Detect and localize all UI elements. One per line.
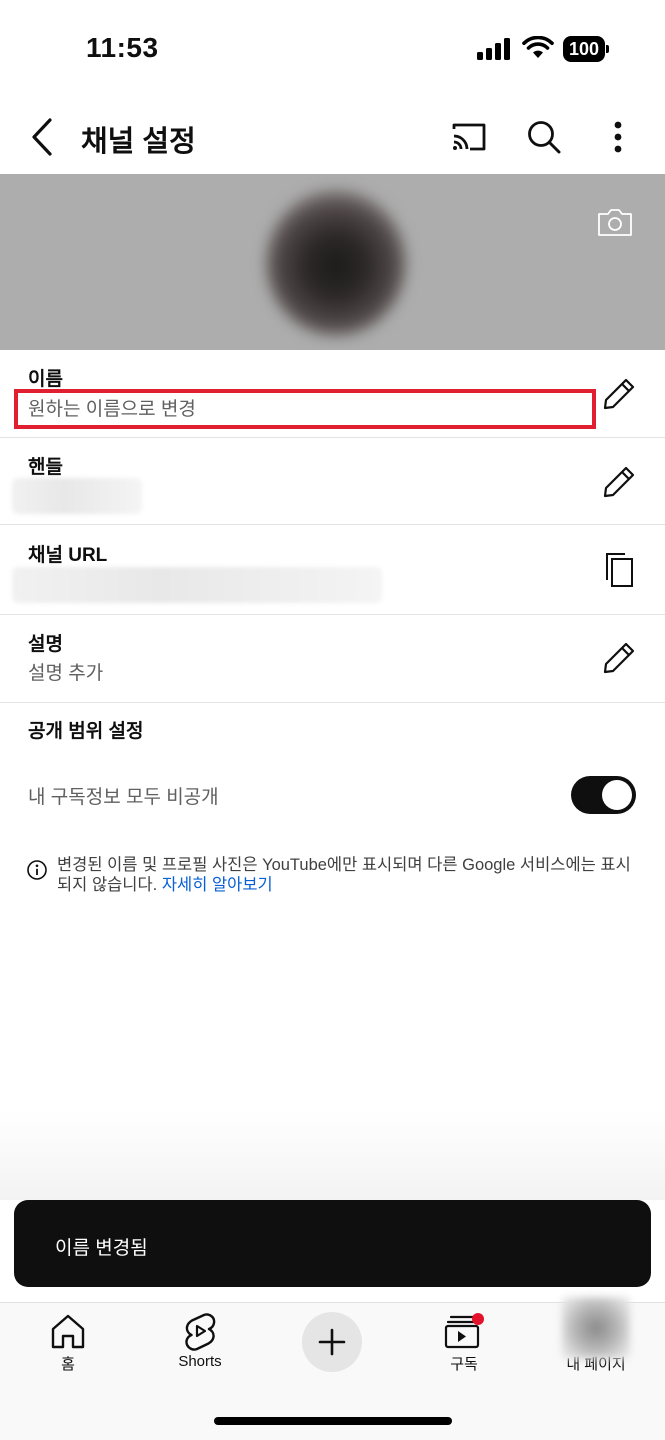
nav-shorts[interactable]: Shorts — [145, 1311, 255, 1381]
back-button[interactable] — [24, 116, 60, 158]
channel-url-row[interactable]: 채널 URL — [0, 525, 665, 615]
cellular-signal-icon — [477, 38, 511, 60]
name-label: 이름 — [28, 369, 63, 390]
nav-subscriptions-label: 구독 — [450, 1356, 478, 1373]
name-row[interactable]: 이름 원하는 이름으로 변경 — [0, 350, 665, 438]
edit-handle-button[interactable] — [599, 462, 639, 502]
camera-icon[interactable] — [597, 206, 633, 238]
privacy-section-title: 공개 범위 설정 — [28, 721, 144, 742]
description-label: 설명 — [28, 634, 63, 655]
notice-text: 변경된 이름 및 프로필 사진은 YouTube에만 표시되며 다른 Googl… — [57, 855, 637, 895]
notice-body: 변경된 이름 및 프로필 사진은 YouTube에만 표시되며 다른 Googl… — [57, 856, 631, 894]
status-bar: 11:53 100 — [0, 0, 665, 100]
learn-more-link[interactable]: 자세히 알아보기 — [162, 876, 273, 894]
home-icon — [51, 1314, 85, 1349]
subscriptions-private-label: 내 구독정보 모두 비공개 — [28, 787, 219, 808]
content-fade — [0, 1110, 665, 1200]
channel-avatar[interactable] — [266, 190, 406, 336]
shorts-icon — [185, 1313, 216, 1351]
description-value: 설명 추가 — [28, 663, 104, 684]
nav-home-label: 홈 — [61, 1356, 75, 1373]
battery-level: 100 — [563, 36, 605, 62]
copy-icon — [606, 553, 633, 587]
nav-home[interactable]: 홈 — [13, 1311, 123, 1381]
cast-button[interactable] — [447, 116, 491, 158]
create-button[interactable] — [302, 1312, 362, 1372]
edit-description-button[interactable] — [599, 638, 639, 678]
highlight-box — [14, 389, 596, 429]
wifi-icon — [522, 36, 554, 58]
copy-url-button[interactable] — [599, 550, 639, 590]
nav-me[interactable]: 내 페이지 — [541, 1297, 651, 1381]
subscriptions-private-toggle[interactable] — [571, 776, 636, 814]
search-button[interactable] — [522, 116, 566, 158]
toggle-knob — [602, 780, 632, 810]
cast-icon — [452, 123, 486, 151]
profile-avatar — [562, 1297, 630, 1359]
search-icon — [528, 121, 561, 154]
channel-banner[interactable] — [0, 174, 665, 350]
status-time: 11:53 — [86, 32, 159, 63]
more-options-button[interactable] — [596, 116, 640, 158]
channel-url-value-redacted — [12, 567, 382, 603]
more-vert-icon — [614, 121, 622, 153]
chevron-left-icon — [32, 118, 52, 156]
pencil-icon — [603, 642, 635, 674]
edit-name-button[interactable] — [599, 374, 639, 414]
info-icon — [27, 860, 47, 880]
handle-value-redacted — [12, 478, 142, 514]
nav-shorts-label: Shorts — [178, 1353, 222, 1370]
channel-url-label: 채널 URL — [28, 545, 108, 566]
subscriptions-icon — [444, 1313, 484, 1349]
notification-badge — [472, 1313, 484, 1325]
plus-icon — [318, 1328, 346, 1356]
page-title: 채널 설정 — [81, 126, 196, 158]
pencil-icon — [603, 378, 635, 410]
toast-message: 이름 변경됨 — [55, 1238, 148, 1259]
home-indicator — [214, 1417, 452, 1425]
battery-icon: 100 — [563, 36, 609, 62]
snackbar-toast: 이름 변경됨 — [14, 1200, 651, 1287]
app-header: 채널 설정 — [0, 100, 665, 174]
nav-subscriptions[interactable]: 구독 — [409, 1311, 519, 1381]
description-row[interactable]: 설명 설명 추가 — [0, 615, 665, 703]
handle-label: 핸들 — [28, 457, 63, 478]
pencil-icon — [603, 466, 635, 498]
handle-row[interactable]: 핸들 — [0, 438, 665, 525]
